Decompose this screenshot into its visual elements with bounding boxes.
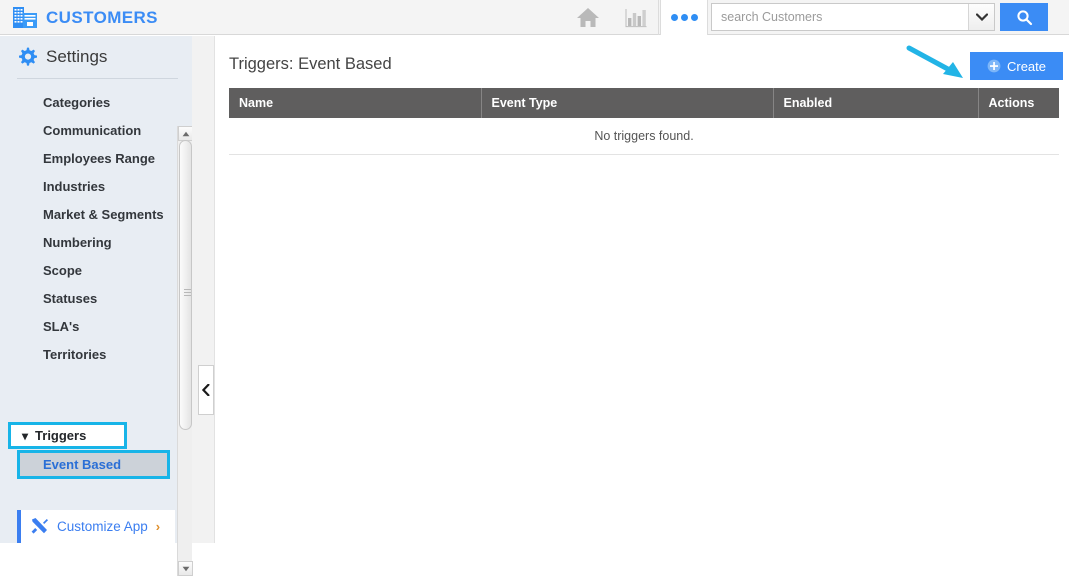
sidebar-divider [17, 78, 178, 79]
sidebar-item-label: Scope [43, 262, 83, 278]
sidebar-item-label: Market & Segments [43, 206, 164, 222]
sidebar-item-industries[interactable]: Industries [0, 172, 192, 200]
sidebar-item-market-segments[interactable]: Market & Segments [0, 200, 192, 228]
sidebar-item-label: Industries [43, 178, 106, 194]
sidebar-item-statuses[interactable]: Statuses [0, 284, 192, 312]
create-button-label: Create [1006, 58, 1047, 74]
page-title: Triggers: Event Based [229, 55, 392, 73]
sidebar-item-communication[interactable]: Communication [0, 116, 192, 144]
customize-app-label: Customize App [57, 519, 148, 534]
chevron-right-icon: › [155, 519, 161, 534]
magnifier-icon [1016, 9, 1032, 25]
brand-label: CUSTOMERS [46, 7, 158, 27]
sidebar-collapse-handle[interactable] [198, 365, 214, 415]
scrollbar-down-button[interactable] [178, 561, 193, 576]
chevron-left-icon [202, 384, 210, 396]
office-building-icon [13, 6, 37, 28]
triggers-table: Name Event Type Enabled Actions No trigg… [229, 88, 1059, 155]
sidebar-item-numbering[interactable]: Numbering [0, 228, 192, 256]
gear-icon [19, 47, 37, 66]
sidebar-item-label: Territories [43, 346, 107, 362]
caret-down-icon [182, 566, 189, 571]
table-empty-row: No triggers found. [229, 118, 1059, 155]
caret-up-icon [182, 131, 189, 136]
reports-button[interactable] [614, 0, 659, 35]
home-button[interactable] [561, 0, 614, 35]
sidebar-item-sla-s[interactable]: SLA's [0, 312, 192, 340]
plus-circle-icon [987, 59, 1001, 73]
highlight-box-event-based [17, 450, 170, 479]
table-header-row: Name Event Type Enabled Actions [229, 88, 1059, 118]
customize-app-button[interactable]: Customize App › [17, 510, 175, 543]
ellipsis-icon [670, 14, 698, 21]
sidebar-item-categories[interactable]: Categories [0, 88, 192, 116]
search-box[interactable] [711, 3, 995, 31]
sidebar-item-triggers[interactable]: ▾ Triggers [8, 422, 127, 449]
table-body: No triggers found. [229, 118, 1059, 155]
sidebar-header: Settings [0, 36, 192, 78]
create-button[interactable]: Create [970, 52, 1063, 80]
sidebar-item-label: Categories [43, 94, 111, 110]
column-header-name[interactable]: Name [229, 88, 482, 118]
pointer-arrow-annotation [906, 45, 963, 78]
chevron-down-icon [975, 13, 988, 21]
sidebar-item-scope[interactable]: Scope [0, 256, 192, 284]
sidebar-item-label: SLA's [43, 318, 80, 334]
sidebar-content-divider [192, 36, 215, 543]
bar-chart-icon [625, 8, 647, 27]
sidebar-item-triggers-label: Triggers [35, 428, 87, 443]
sidebar-item-label: Numbering [43, 234, 112, 250]
scrollbar-up-button[interactable] [178, 126, 193, 141]
chevron-down-icon: ▾ [22, 428, 29, 443]
search-button[interactable] [1000, 3, 1048, 31]
empty-message: No triggers found. [229, 118, 1059, 155]
sidebar-title: Settings [46, 47, 108, 66]
column-header-event-type[interactable]: Event Type [481, 88, 774, 118]
scrollbar-grip-icon [184, 289, 191, 296]
sidebar-item-employees-range[interactable]: Employees Range [0, 144, 192, 172]
search-input[interactable] [712, 4, 968, 30]
more-menu-button[interactable] [660, 0, 708, 35]
sidebar-item-label: Employees Range [43, 150, 155, 166]
scrollbar-thumb[interactable] [179, 140, 192, 430]
sidebar-item-territories[interactable]: Territories [0, 340, 192, 368]
app-brand[interactable]: CUSTOMERS [12, 0, 158, 35]
sidebar-item-label: Statuses [43, 290, 98, 306]
search-scope-dropdown[interactable] [968, 4, 994, 30]
settings-sidebar: Settings Categories Communication Employee… [0, 36, 193, 576]
tools-icon [31, 518, 48, 534]
column-header-actions: Actions [978, 88, 1059, 118]
main-content: Triggers: Event Based Create Name Event … [215, 36, 1069, 543]
sidebar-scrollbar[interactable] [177, 126, 193, 576]
sidebar-item-label: Communication [43, 122, 142, 138]
top-bar: CUSTOMERS [0, 0, 1069, 35]
column-header-enabled[interactable]: Enabled [773, 88, 979, 118]
home-icon [576, 7, 599, 27]
